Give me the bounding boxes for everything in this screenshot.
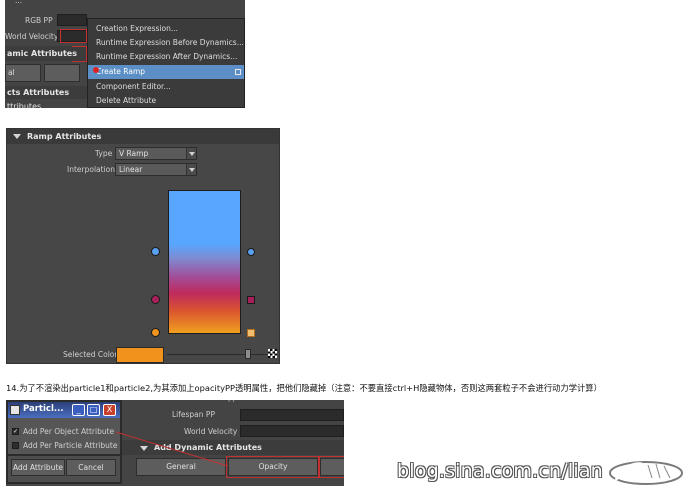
color-slider-handle[interactable] [245, 349, 251, 359]
type-label: Type [95, 149, 113, 158]
chevron-down-icon [186, 164, 196, 175]
watermark-logo [609, 461, 683, 485]
world-velocity-label: World Velocity [5, 32, 59, 41]
option-box-icon[interactable] [235, 69, 241, 75]
menu-item-runtime-before[interactable]: Runtime Expression Before Dynamics... [88, 36, 244, 50]
ramp-gradient[interactable] [168, 190, 241, 334]
ramp-position-handle[interactable] [151, 247, 160, 256]
annotation-box [72, 46, 87, 62]
ramp-attributes-header[interactable]: Ramp Attributes [7, 129, 279, 144]
rgb-pp-label: RGB PP [25, 16, 53, 25]
ramp-delete-handle[interactable] [247, 248, 255, 256]
chevron-down-icon [186, 148, 196, 159]
menu-item-delete-attribute[interactable]: Delete Attribute [88, 94, 244, 108]
interpolation-value: Linear [119, 165, 143, 174]
annotation-box [60, 29, 87, 43]
type-dropdown[interactable]: V Ramp [115, 147, 197, 160]
selected-color-label: Selected Color [63, 350, 118, 359]
extra-attributes-section[interactable]: ttributes [5, 100, 87, 108]
texture-map-icon[interactable] [268, 349, 277, 358]
type-value: V Ramp [119, 149, 149, 158]
ramp-delete-handle[interactable] [247, 329, 255, 337]
ramp-position-handle[interactable] [151, 295, 160, 304]
attribute-editor-panel: ... RGB PP World Velocity amic Attribute… [5, 0, 245, 108]
cursor-marker-icon [93, 67, 99, 73]
menu-item-creation-expression[interactable]: Creation Expression... [88, 22, 244, 36]
collapse-arrow-icon[interactable] [13, 134, 21, 139]
annotation-arrow [115, 431, 229, 467]
color-slider-track[interactable] [167, 354, 277, 355]
menu-item-create-ramp[interactable]: Create Ramp [88, 65, 244, 79]
ramp-position-handle[interactable] [151, 328, 160, 337]
menu-item-component-editor[interactable]: Component Editor... [88, 80, 244, 94]
interpolation-label: Interpolation [67, 165, 115, 174]
step-caption: 14.为了不渲染出particle1和particle2,为其添加上opacit… [6, 383, 602, 393]
context-menu: Creation Expression... Runtime Expressio… [87, 18, 245, 108]
ramp-delete-handle[interactable] [247, 296, 255, 304]
secondary-button-partial[interactable] [44, 64, 80, 82]
selected-color-swatch[interactable] [116, 347, 164, 363]
menu-item-runtime-after[interactable]: Runtime Expression After Dynamics... [88, 50, 244, 64]
rgb-pp-field[interactable] [57, 14, 87, 26]
watermark-text: blog.sina.com.cn/lian [397, 460, 603, 482]
partial-label: ... [15, 0, 23, 5]
interpolation-dropdown[interactable]: Linear [115, 163, 197, 176]
effects-attributes-section[interactable]: cts Attributes [5, 86, 87, 99]
general-button-partial[interactable]: al [5, 64, 41, 82]
add-attribute-panel: PP Lifespan PP World Velocity Add Dynami… [6, 400, 344, 486]
ramp-attributes-panel: Ramp Attributes Type V Ramp Interpolatio… [6, 128, 280, 364]
